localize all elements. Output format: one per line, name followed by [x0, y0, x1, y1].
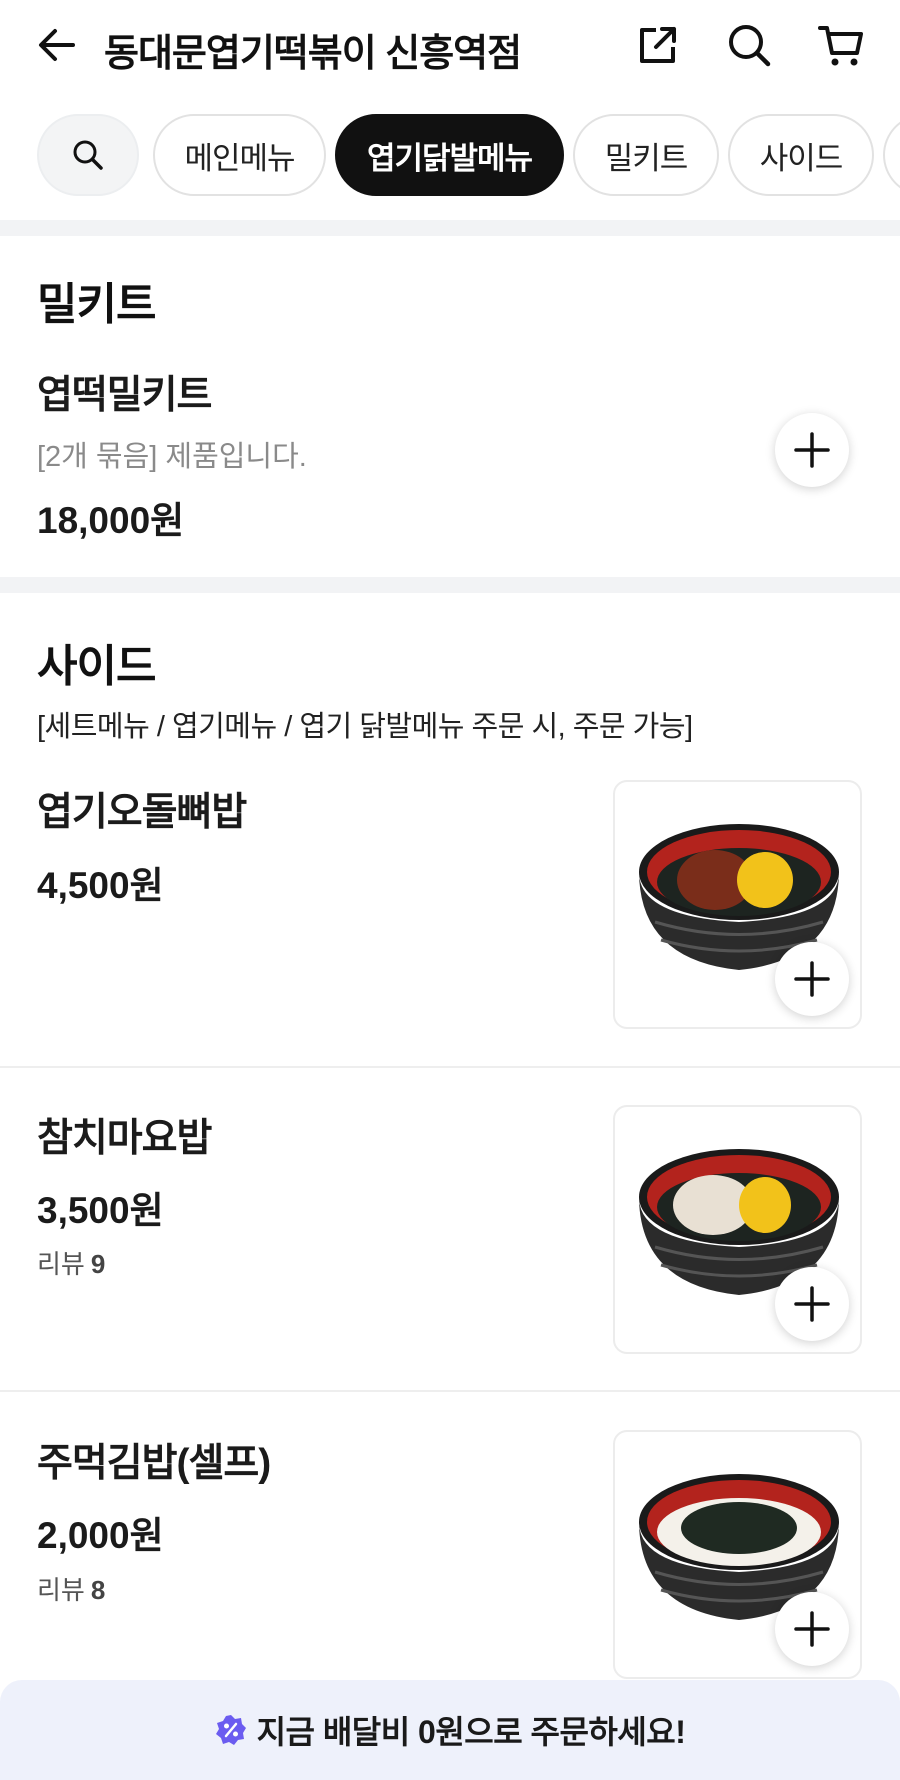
- section-divider: [0, 577, 900, 593]
- menu-item-price: 2,000원: [37, 1515, 164, 1556]
- review-count: 8: [90, 1575, 106, 1605]
- top-bar: 동대문엽기떡볶이 신흥역점: [0, 0, 900, 92]
- add-to-cart-button[interactable]: [775, 413, 849, 487]
- tab-side[interactable]: 사이드: [728, 114, 874, 196]
- section-description: [세트메뉴 / 엽기메뉴 / 엽기 닭발메뉴 주문 시, 주문 가능]: [37, 711, 693, 743]
- category-tabs: 메인메뉴 엽기닭발메뉴 밀키트 사이드: [0, 112, 900, 198]
- discount-badge-icon: [215, 1715, 246, 1745]
- search-icon: [729, 25, 771, 67]
- review-label: 리뷰: [37, 1249, 85, 1279]
- share-button[interactable]: [633, 20, 683, 70]
- review-label: 리뷰: [37, 1575, 85, 1605]
- add-to-cart-button[interactable]: [775, 942, 849, 1016]
- menu-item-review: 리뷰 9: [37, 1244, 105, 1281]
- section-title-side: 사이드: [37, 642, 156, 691]
- section-divider: [0, 220, 900, 236]
- plus-icon: [794, 432, 830, 468]
- back-button[interactable]: [34, 22, 80, 68]
- plus-icon: [794, 961, 830, 997]
- menu-item-review: 리뷰 8: [37, 1570, 105, 1607]
- search-button[interactable]: [724, 20, 774, 70]
- cart-button[interactable]: [816, 20, 866, 70]
- menu-item-price: 3,500원: [37, 1190, 164, 1231]
- free-delivery-banner[interactable]: 지금 배달비 0원으로 주문하세요!: [0, 1680, 900, 1780]
- cart-icon: [818, 26, 863, 66]
- back-arrow-icon: [39, 29, 75, 61]
- add-to-cart-button[interactable]: [775, 1592, 849, 1666]
- share-icon: [640, 27, 676, 63]
- menu-item-price: 18,000원: [37, 500, 185, 541]
- promo-text: 지금 배달비 0원으로 주문하세요!: [256, 1714, 686, 1750]
- item-divider: [0, 1066, 900, 1068]
- menu-item-name[interactable]: 엽떡밀키트: [37, 364, 212, 420]
- review-count: 9: [90, 1249, 106, 1279]
- menu-search-chip[interactable]: [37, 114, 139, 196]
- add-to-cart-button[interactable]: [775, 1267, 849, 1341]
- tab-mealkit[interactable]: 밀키트: [573, 114, 719, 196]
- tab-more[interactable]: [883, 114, 900, 196]
- plus-icon: [794, 1286, 830, 1322]
- search-icon: [73, 140, 103, 170]
- plus-icon: [794, 1611, 830, 1647]
- item-divider: [0, 1390, 900, 1392]
- tab-main-menu[interactable]: 메인메뉴: [153, 114, 326, 196]
- menu-item-name[interactable]: 엽기오돌뼈밥: [37, 781, 247, 837]
- menu-item-description: [2개 묶음] 제품입니다.: [37, 441, 307, 473]
- tab-chicken-feet-menu[interactable]: 엽기닭발메뉴: [335, 114, 564, 196]
- store-name: 동대문엽기떡볶이 신흥역점: [104, 33, 522, 75]
- menu-item-name[interactable]: 참치마요밥: [37, 1107, 212, 1163]
- menu-item-name[interactable]: 주먹김밥(셀프): [37, 1432, 271, 1488]
- menu-item-price: 4,500원: [37, 865, 164, 906]
- section-title-mealkit: 밀키트: [37, 280, 156, 329]
